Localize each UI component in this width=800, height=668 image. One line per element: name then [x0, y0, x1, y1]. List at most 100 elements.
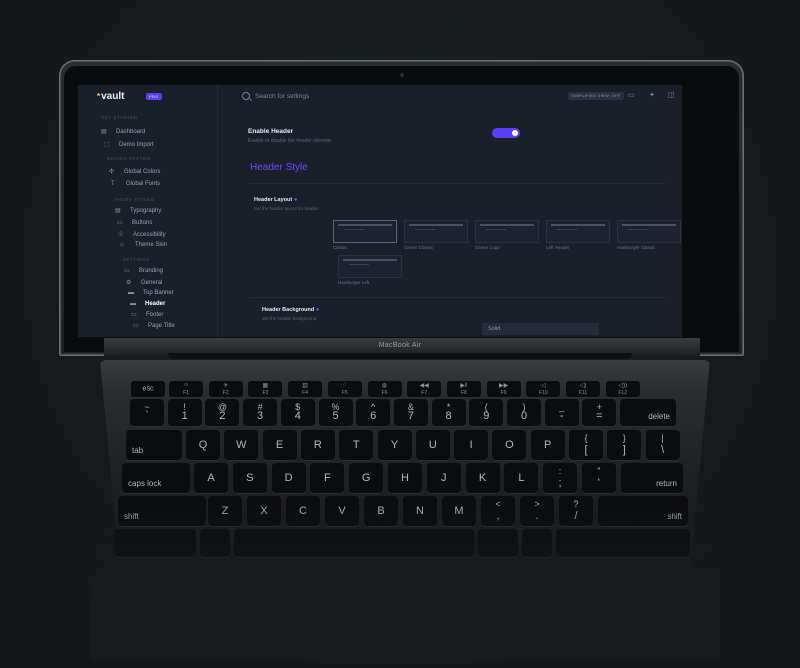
layout-option-hamburger-classic[interactable] — [617, 220, 681, 243]
function-key-f9[interactable]: ▶▶ F9 — [486, 381, 521, 397]
logo[interactable]: *vault — [97, 91, 124, 102]
key-j[interactable]: J — [426, 463, 461, 493]
key-w[interactable]: W — [224, 430, 259, 460]
sidebar-item-buttons[interactable]: ▭ Buttons — [117, 219, 152, 229]
layout-option-center-logo[interactable] — [475, 220, 539, 243]
sidebar-item-global-fonts[interactable]: T Global Fonts — [111, 181, 160, 191]
key-1[interactable]: ~ ` — [130, 399, 164, 426]
sidebar-item-theme-skin[interactable]: ⌂ Theme Skin — [120, 242, 167, 252]
key-r[interactable]: R — [300, 430, 335, 460]
key-label: caps lock — [128, 479, 162, 488]
sidebar-item-header[interactable]: ▬ Header — [130, 301, 165, 311]
function-key-f3[interactable]: ▦ F3 — [248, 381, 283, 397]
esc-key[interactable]: esc — [131, 381, 165, 397]
key-label: ] — [622, 444, 626, 456]
pro-badge: PRO — [146, 93, 162, 100]
function-key-f10[interactable]: ◁ F10 — [526, 381, 561, 397]
monitor-icon[interactable]: ▭ — [628, 91, 635, 99]
key-3[interactable]: @2 — [205, 399, 240, 426]
sidebar-item-typography[interactable]: ▤ Typography — [115, 207, 161, 217]
sidebar-item-dashboard[interactable]: ▤ Dashboard — [101, 128, 145, 138]
caps-lock-key[interactable]: caps lock — [122, 463, 190, 493]
info-icon[interactable]: ● — [316, 307, 320, 313]
bracket-key-0[interactable]: {[ — [569, 430, 603, 460]
function-key-f7[interactable]: ◀◀ F7 — [407, 381, 442, 397]
punct-key-1[interactable]: " ' — [581, 463, 616, 493]
key-8[interactable]: & 7 — [393, 399, 428, 426]
key-q[interactable]: Q — [186, 430, 220, 460]
key-e[interactable]: E — [262, 430, 297, 460]
key-10[interactable]: (9 — [469, 399, 504, 426]
return-key[interactable]: return — [621, 463, 683, 493]
header-background-select[interactable]: Solid — [482, 323, 599, 335]
tab-key[interactable]: tab — [126, 430, 182, 460]
header-layout-label-text: Header Layout — [254, 197, 293, 203]
sidebar-item-accessibility[interactable]: ☉ Accessibility — [118, 231, 166, 241]
key-y[interactable]: Y — [377, 430, 412, 460]
key-f[interactable]: F — [310, 463, 345, 493]
key-6[interactable]: % 5 — [318, 399, 353, 426]
enable-header-toggle[interactable] — [492, 128, 520, 138]
search-input[interactable] — [255, 91, 405, 101]
key-label: F9 — [500, 390, 507, 396]
sidebar-item-footer[interactable]: ▭ Footer — [131, 311, 163, 321]
key-2[interactable]: ! 1 — [167, 399, 202, 426]
key-a[interactable]: A — [194, 463, 228, 493]
key-h[interactable]: H — [388, 463, 422, 493]
function-key-f1[interactable]: ☼ F1 — [169, 381, 203, 397]
key-o[interactable]: O — [492, 430, 527, 460]
key-t[interactable]: T — [339, 430, 374, 460]
function-key-f11[interactable]: ◁) F11 — [566, 381, 600, 397]
key-k[interactable]: K — [465, 463, 500, 493]
punct-key-0[interactable]: :; — [543, 463, 577, 493]
layout-option-hamburger-left[interactable] — [338, 255, 402, 278]
font-icon: T — [111, 181, 115, 187]
key-s[interactable]: S — [232, 463, 267, 493]
key-5[interactable]: $4 — [280, 399, 315, 426]
key-p[interactable]: P — [530, 430, 565, 460]
key-label: 8 — [445, 410, 452, 422]
delete-key[interactable]: delete — [620, 399, 676, 426]
sidebar-item-demo-import[interactable]: ⬚ Demo Import — [104, 141, 154, 151]
key-7[interactable]: ^ 6 — [356, 399, 391, 426]
rocket-icon[interactable]: ✦ — [649, 91, 655, 99]
key-13[interactable]: + = — [582, 399, 617, 426]
layout-option-center-classic[interactable] — [404, 220, 468, 243]
key-label: P — [544, 439, 552, 451]
key-label: F5 — [341, 390, 348, 396]
layout-option-left-header[interactable] — [546, 220, 610, 243]
function-key-f8[interactable]: ▶‖ F8 — [446, 381, 481, 397]
key-l[interactable]: L — [504, 463, 539, 493]
key-i[interactable]: I — [454, 430, 489, 460]
toggle-knob — [512, 130, 518, 136]
key-9[interactable]: * 8 — [431, 399, 466, 426]
bracket-key-1[interactable]: }] — [607, 430, 642, 460]
sidebar-item-page-title[interactable]: ▭ Page Title — [133, 322, 175, 332]
header-layout-desc: Set the header layout for header — [254, 206, 319, 211]
function-key-f6[interactable]: ◍ F6 — [367, 381, 402, 397]
layout-option-classic[interactable] — [333, 220, 397, 243]
key-u[interactable]: U — [415, 430, 450, 460]
sidebar-item-global-colors[interactable]: ✣ Global Colors — [109, 168, 160, 178]
key-11[interactable]: ) 0 — [507, 399, 541, 426]
sidebar-item-branding[interactable]: ▭ Branding — [124, 267, 163, 277]
function-key-f2[interactable]: ☀ F2 — [208, 381, 243, 397]
key-4[interactable]: #3 — [243, 399, 278, 426]
sidebar-item-general[interactable]: ⚙ General — [126, 279, 162, 289]
key-g[interactable]: G — [349, 463, 384, 493]
layout-option-label: Classic — [333, 245, 348, 250]
key-label: 5 — [332, 410, 339, 422]
function-key-f4[interactable]: ▥ F4 — [288, 381, 323, 397]
simplified-view-toggle[interactable]: SIMPLIFIED VIEW: OFF — [568, 92, 624, 100]
sidebar-item-top-banner[interactable]: ▬ Top Banner — [128, 290, 174, 300]
function-key-f12[interactable]: ◁)) F12 — [605, 381, 640, 397]
sidebar-item-label: Branding — [139, 268, 164, 274]
function-key-f5[interactable]: ◌ F5 — [327, 381, 362, 397]
key-12[interactable]: _ - — [544, 399, 579, 426]
chart-icon[interactable]: ◫ — [668, 91, 675, 99]
bracket-key-2[interactable]: | \ — [645, 430, 680, 460]
key-label: Y — [390, 439, 399, 451]
info-icon[interactable]: ● — [294, 197, 298, 203]
palette-icon: ✣ — [109, 169, 115, 175]
key-d[interactable]: D — [271, 463, 306, 493]
